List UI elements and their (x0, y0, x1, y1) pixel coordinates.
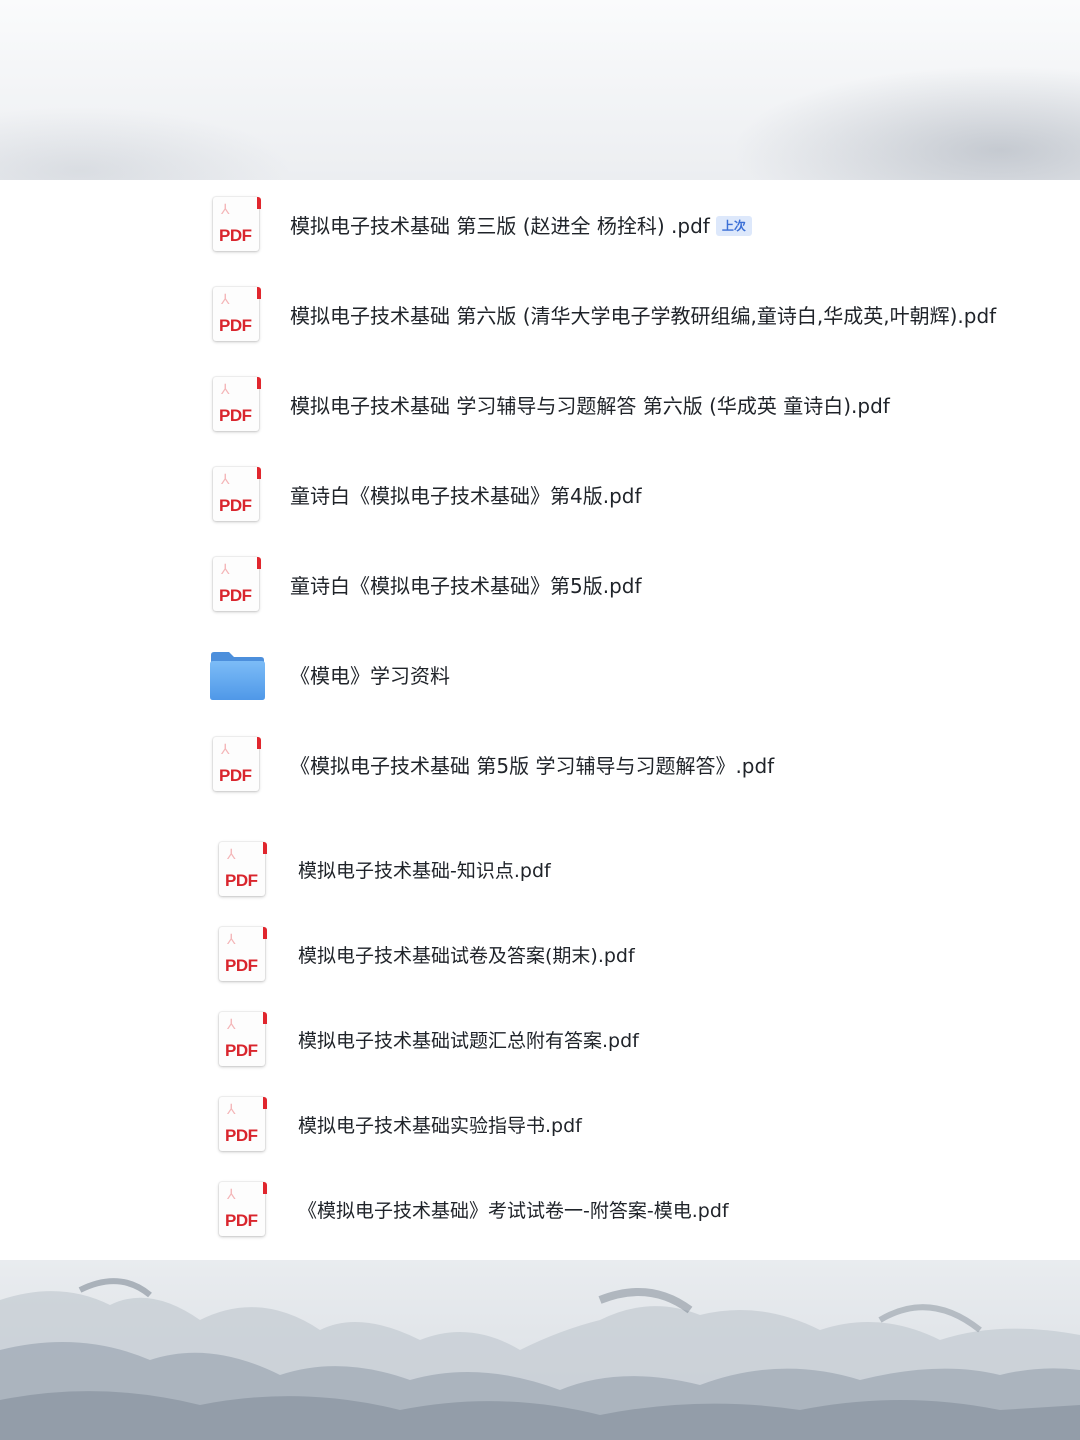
file-row[interactable]: ⅄ PDF 模拟电子技术基础-知识点.pdf (208, 841, 1040, 901)
pdf-file-icon: ⅄ PDF (208, 196, 268, 256)
pdf-file-icon: ⅄ PDF (214, 841, 274, 901)
file-row[interactable]: ⅄ PDF 模拟电子技术基础 第三版 (赵进全 杨拴科) .pdf 上次 (208, 196, 1040, 256)
file-name: 童诗白《模拟电子技术基础》第4版.pdf (290, 484, 642, 508)
file-row[interactable]: ⅄ PDF 《模拟电子技术基础》考试试卷一-附答案-模电.pdf (208, 1181, 1040, 1241)
file-name: 模拟电子技术基础 学习辅导与习题解答 第六版 (华成英 童诗白).pdf (290, 394, 890, 418)
pdf-file-icon: ⅄ PDF (208, 286, 268, 346)
file-row[interactable]: ⅄ PDF 模拟电子技术基础试题汇总附有答案.pdf (208, 1011, 1040, 1071)
file-row[interactable]: ⅄ PDF 童诗白《模拟电子技术基础》第5版.pdf (208, 556, 1040, 616)
file-name: 模拟电子技术基础试卷及答案(期末).pdf (298, 944, 635, 967)
folder-row[interactable]: 《模电》学习资料 (208, 646, 1040, 706)
folder-name: 《模电》学习资料 (290, 664, 450, 688)
pdf-file-icon: ⅄ PDF (214, 1096, 274, 1156)
pdf-file-icon: ⅄ PDF (214, 1181, 274, 1241)
last-opened-badge: 上次 (715, 216, 752, 236)
ink-wash-header-background (0, 0, 1080, 180)
pdf-file-icon: ⅄ PDF (208, 736, 268, 796)
file-name: 童诗白《模拟电子技术基础》第5版.pdf (290, 574, 642, 598)
file-row[interactable]: ⅄ PDF 模拟电子技术基础 学习辅导与习题解答 第六版 (华成英 童诗白).pd… (208, 376, 1040, 436)
pdf-file-icon: ⅄ PDF (208, 466, 268, 526)
pdf-file-icon: ⅄ PDF (214, 926, 274, 986)
file-list-panel: ⅄ PDF 模拟电子技术基础 第三版 (赵进全 杨拴科) .pdf 上次 ⅄ PDF … (0, 180, 1080, 1260)
file-name: 《模拟电子技术基础 第5版 学习辅导与习题解答》.pdf (290, 754, 775, 778)
file-row[interactable]: ⅄ PDF 《模拟电子技术基础 第5版 学习辅导与习题解答》.pdf (208, 736, 1040, 796)
file-name: 《模拟电子技术基础》考试试卷一-附答案-模电.pdf (298, 1199, 729, 1222)
file-row[interactable]: ⅄ PDF 模拟电子技术基础 第六版 (清华大学电子学教研组编,童诗白,华成英,叶… (208, 286, 1040, 346)
file-name: 模拟电子技术基础试题汇总附有答案.pdf (298, 1029, 639, 1052)
pdf-file-icon: ⅄ PDF (208, 556, 268, 616)
file-name: 模拟电子技术基础 第三版 (赵进全 杨拴科) .pdf 上次 (290, 216, 752, 236)
file-row[interactable]: ⅄ PDF 模拟电子技术基础试卷及答案(期末).pdf (208, 926, 1040, 986)
file-row[interactable]: ⅄ PDF 童诗白《模拟电子技术基础》第4版.pdf (208, 466, 1040, 526)
ink-wash-mountain-background (0, 1260, 1080, 1440)
file-name: 模拟电子技术基础实验指导书.pdf (298, 1114, 582, 1137)
folder-icon (208, 646, 268, 706)
pdf-file-icon: ⅄ PDF (208, 376, 268, 436)
file-name: 模拟电子技术基础-知识点.pdf (298, 859, 551, 882)
file-row[interactable]: ⅄ PDF 模拟电子技术基础实验指导书.pdf (208, 1096, 1040, 1156)
pdf-file-icon: ⅄ PDF (214, 1011, 274, 1071)
file-name: 模拟电子技术基础 第六版 (清华大学电子学教研组编,童诗白,华成英,叶朝辉).p… (290, 304, 997, 328)
